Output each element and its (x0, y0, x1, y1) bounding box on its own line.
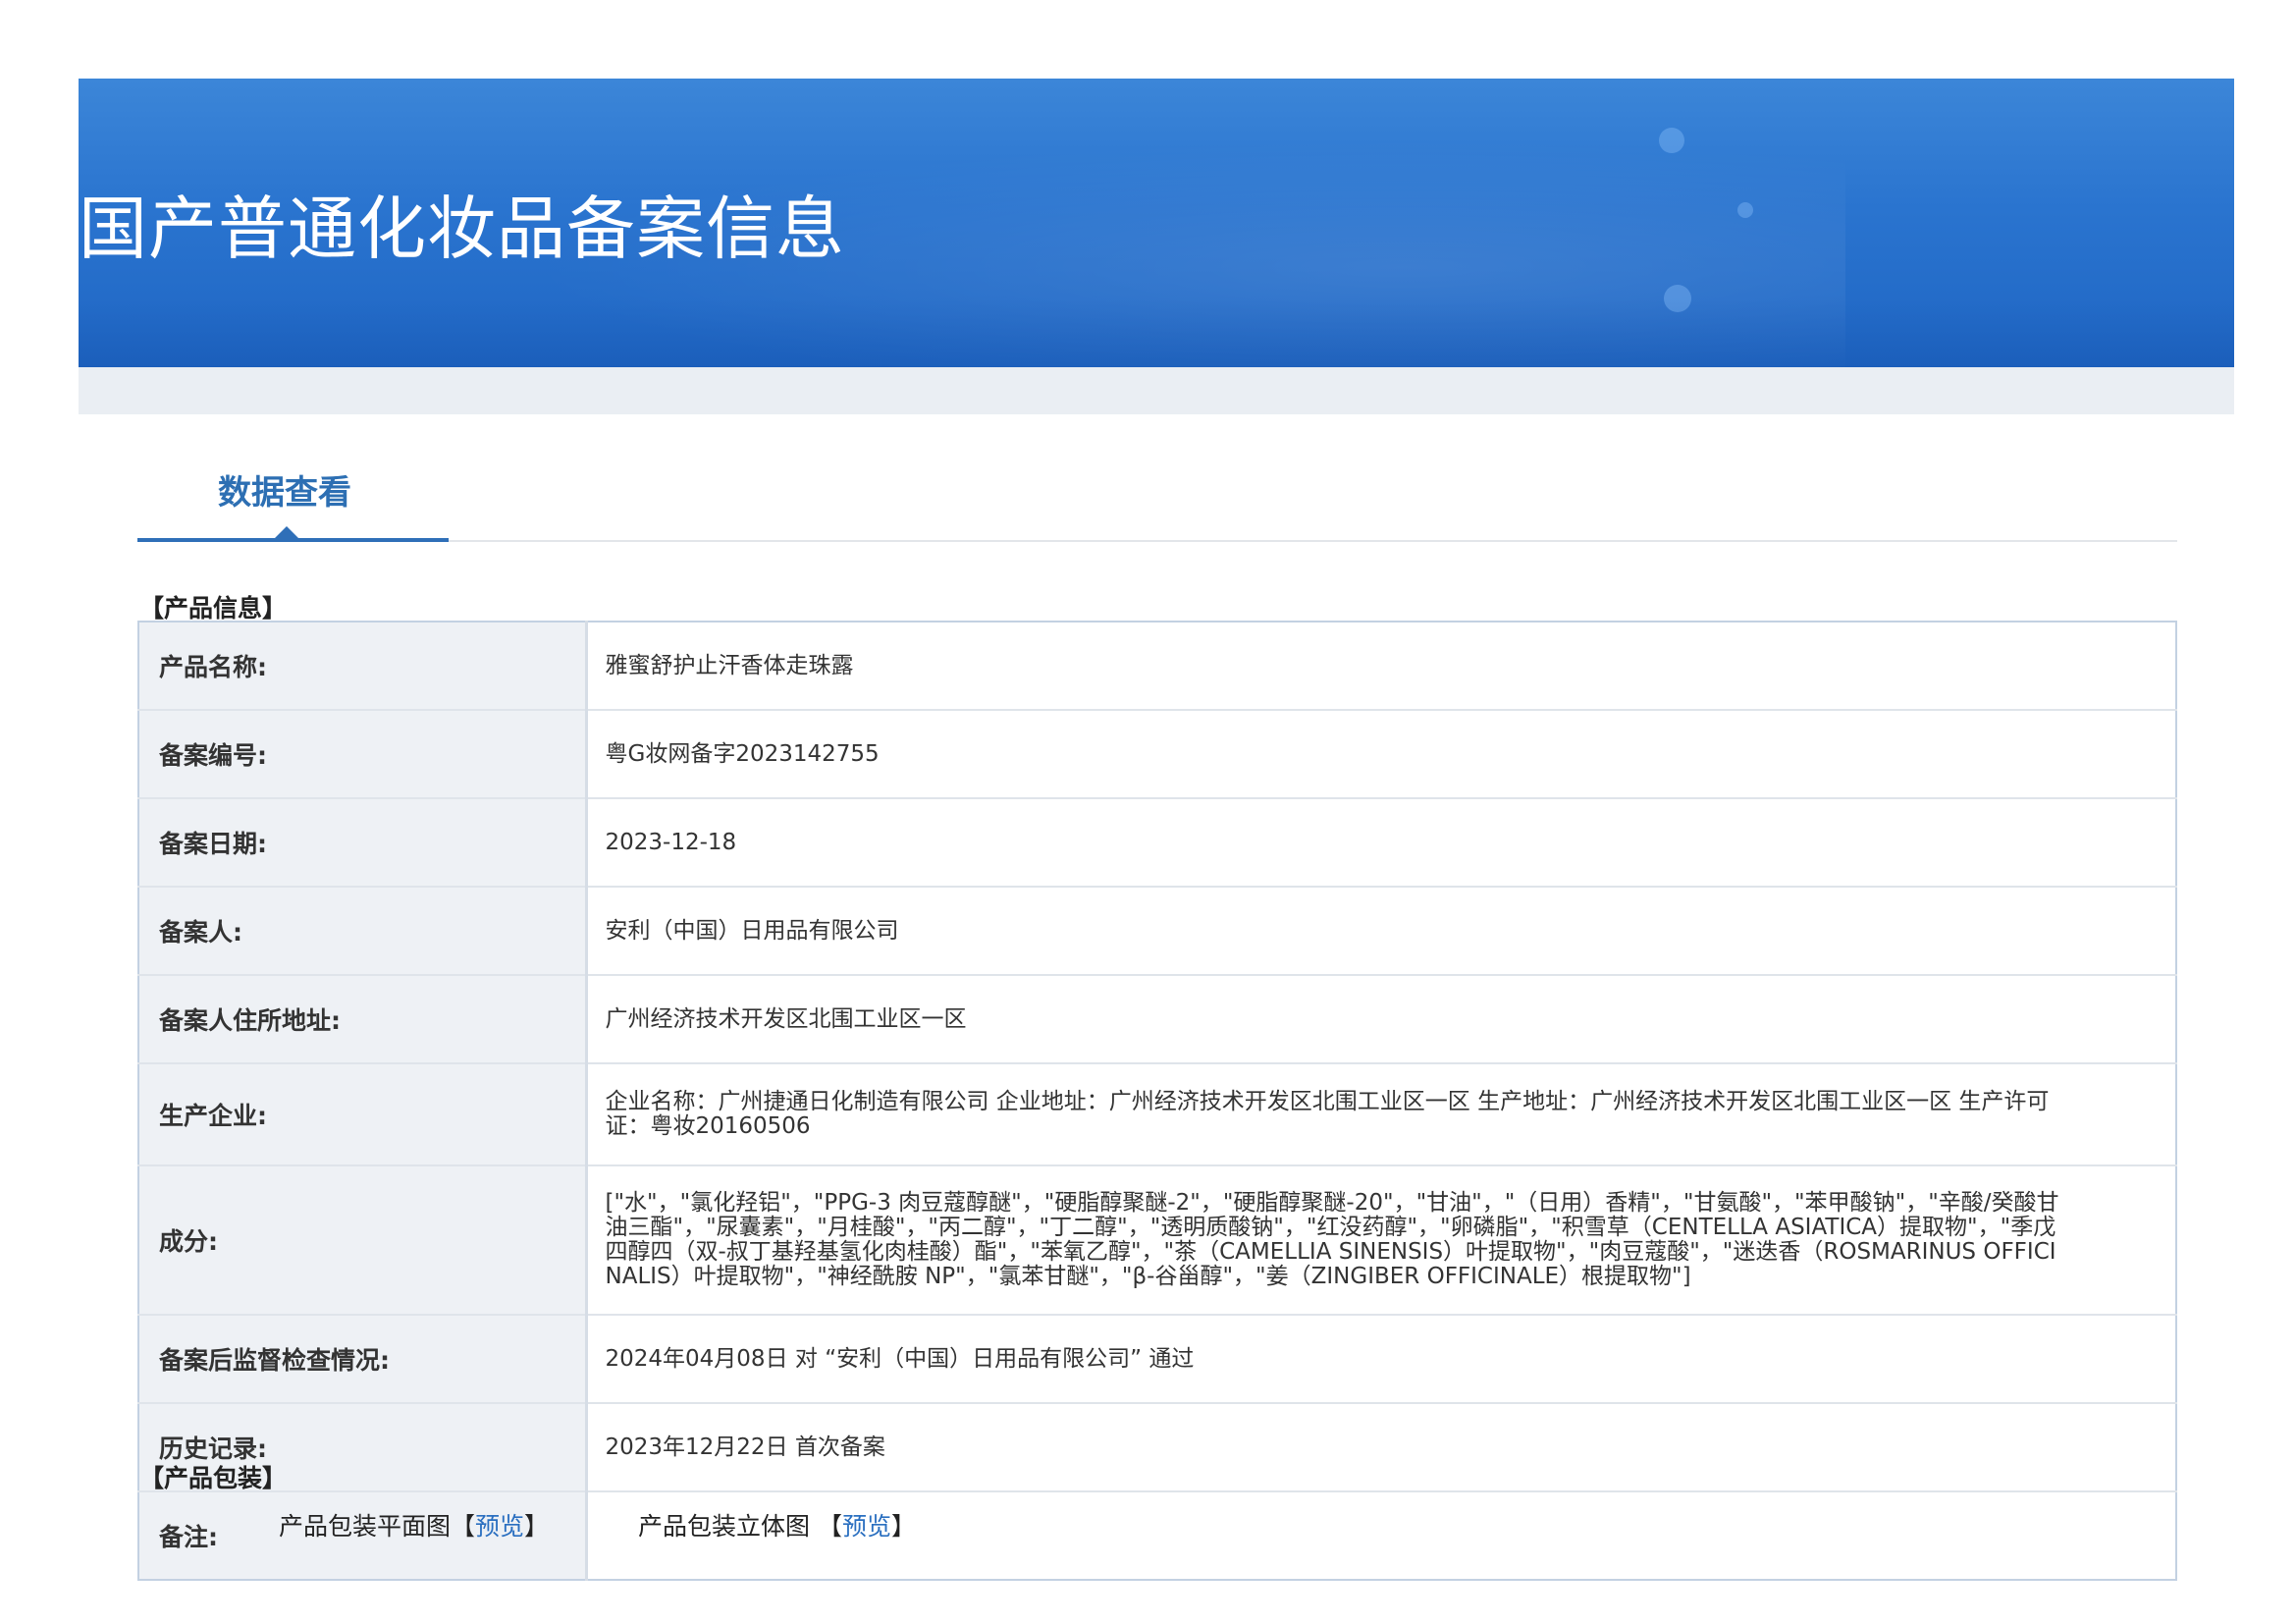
bracket-open: 【 (451, 1512, 476, 1541)
packaging-flat-item: 产品包装平面图【预览】 (279, 1507, 549, 1543)
packaging-3d-label: 产品包装立体图 (638, 1512, 818, 1541)
row-label: 备案编号: (138, 710, 588, 799)
caret-up-icon (275, 526, 298, 538)
tab-label: 数据查看 (218, 473, 351, 513)
header-banner: 国产普通化妆品备案信息 (79, 79, 2234, 367)
row-label: 备案人住所地址: (138, 975, 588, 1064)
registrant-address-value: 广州经济技术开发区北围工业区一区 (586, 975, 2176, 1064)
decorative-dot (1737, 202, 1753, 218)
manufacturer-value: 企业名称：广州捷通日化制造有限公司 企业地址：广州经济技术开发区北围工业区一区 … (586, 1063, 2176, 1166)
registration-date-value: 2023-12-18 (586, 798, 2176, 888)
bracket-open: 【 (817, 1512, 842, 1541)
decorative-dot (1664, 285, 1691, 312)
table-row: 备案后监督检查情况: 2024年04月08日 对 “安利（中国）日用品有限公司”… (138, 1315, 2176, 1404)
section-heading-product-info: 【产品信息】 (139, 594, 288, 623)
table-row: 成分: ["水"，"氯化羟铝"，"PPG-3 肉豆蔻醇醚"，"硬脂醇聚醚-2"，… (138, 1165, 2176, 1316)
tab-data-view[interactable]: 数据查看 (137, 452, 449, 542)
table-row: 产品名称: 雅蜜舒护止汗香体走珠露 (138, 622, 2176, 711)
product-info-table: 产品名称: 雅蜜舒护止汗香体走珠露 备案编号: 粤G妆网备字2023142755… (137, 621, 2177, 1581)
registrant-value: 安利（中国）日用品有限公司 (586, 887, 2176, 976)
table-row: 历史记录: 2023年12月22日 首次备案 (138, 1403, 2176, 1492)
table-row: 生产企业: 企业名称：广州捷通日化制造有限公司 企业地址：广州经济技术开发区北围… (138, 1063, 2176, 1166)
bracket-close: 】 (890, 1512, 916, 1541)
row-label: 生产企业: (138, 1063, 588, 1166)
table-row: 备案人住所地址: 广州经济技术开发区北围工业区一区 (138, 975, 2176, 1064)
preview-flat-link[interactable]: 预览 (475, 1512, 524, 1541)
bracket-close: 】 (524, 1512, 550, 1541)
section-heading-product-packaging: 【产品包装】 (139, 1464, 288, 1492)
product-name-value: 雅蜜舒护止汗香体走珠露 (586, 622, 2176, 711)
row-label: 产品名称: (138, 622, 588, 711)
packaging-flat-label: 产品包装平面图 (279, 1512, 452, 1541)
decorative-dot (1659, 128, 1684, 153)
table-row: 备案日期: 2023-12-18 (138, 798, 2176, 888)
preview-3d-link[interactable]: 预览 (842, 1512, 891, 1541)
inspection-status-value: 2024年04月08日 对 “安利（中国）日用品有限公司” 通过 (586, 1315, 2176, 1404)
ingredients-value: ["水"，"氯化羟铝"，"PPG-3 肉豆蔻醇醚"，"硬脂醇聚醚-2"，"硬脂醇… (586, 1165, 2176, 1316)
packaging-3d-item: 产品包装立体图 【预览】 (638, 1507, 916, 1543)
history-value: 2023年12月22日 首次备案 (586, 1403, 2176, 1492)
table-row: 备案人: 安利（中国）日用品有限公司 (138, 887, 2176, 976)
registration-number-value: 粤G妆网备字2023142755 (586, 710, 2176, 799)
row-label: 成分: (138, 1165, 588, 1316)
subheader-bar (79, 367, 2234, 414)
page-title: 国产普通化妆品备案信息 (79, 189, 845, 269)
row-label: 备案日期: (138, 798, 588, 888)
tab-bar: 数据查看 (137, 452, 2177, 542)
row-label: 备案后监督检查情况: (138, 1315, 588, 1404)
table-row: 备案编号: 粤G妆网备字2023142755 (138, 710, 2176, 799)
row-label: 备案人: (138, 887, 588, 976)
